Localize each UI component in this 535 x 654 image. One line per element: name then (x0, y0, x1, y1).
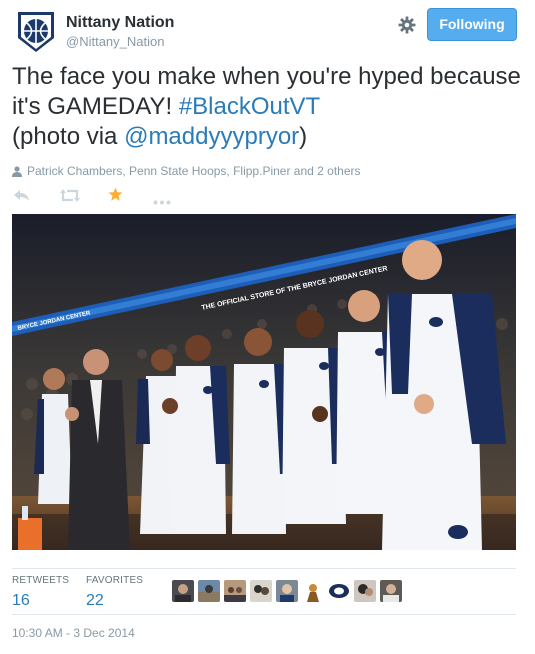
avatar[interactable] (380, 580, 402, 602)
reply-icon[interactable] (14, 189, 30, 207)
retweets-stat[interactable]: RETWEETS 16 (12, 575, 69, 610)
avatar[interactable] (224, 580, 246, 602)
favorites-label: FAVORITES (86, 575, 144, 586)
favorited-by-avatars (172, 580, 406, 602)
mention-link[interactable]: @maddyyypryor (124, 123, 299, 150)
user-handle[interactable]: @Nittany_Nation (66, 34, 164, 49)
team-bench-photo: THE OFFICIAL STORE OF THE BRYCE JORDAN C… (12, 214, 516, 550)
avatar[interactable] (302, 580, 324, 602)
retweeted-by-text[interactable]: Patrick Chambers, Penn State Hoops, Flip… (27, 164, 361, 178)
tweet-actions (12, 186, 212, 206)
tweet-text-part3: ) (299, 123, 308, 150)
star-icon[interactable] (108, 187, 123, 207)
retweet-icon[interactable] (60, 189, 80, 207)
hashtag-link[interactable]: #BlackOutVT (179, 93, 320, 120)
tweet-header: Nittany Nation @Nittany_Nation Following (12, 8, 523, 56)
stats-bottom-divider (12, 614, 516, 615)
favorites-count: 22 (86, 592, 104, 609)
avatar[interactable] (276, 580, 298, 602)
stats-top-divider (12, 568, 516, 569)
gear-icon[interactable] (398, 16, 416, 34)
more-icon[interactable] (153, 192, 171, 210)
tweet-text-part2: (photo via (12, 123, 125, 150)
retweets-count: 16 (12, 592, 30, 609)
tweet-text: The face you make when you're hyped beca… (12, 62, 522, 152)
penn-state-basketball-logo-icon (18, 12, 54, 52)
avatar[interactable] (198, 580, 220, 602)
penn-state-logo-icon[interactable] (328, 580, 350, 602)
favorites-stat[interactable]: FAVORITES 22 (86, 575, 143, 610)
avatar[interactable] (250, 580, 272, 602)
retweeted-by-context: Patrick Chambers, Penn State Hoops, Flip… (12, 164, 361, 178)
avatar[interactable] (172, 580, 194, 602)
avatar[interactable] (12, 8, 60, 56)
following-button[interactable]: Following (427, 8, 517, 41)
person-icon (12, 165, 22, 177)
tweet-photo[interactable]: THE OFFICIAL STORE OF THE BRYCE JORDAN C… (12, 214, 516, 550)
retweets-label: RETWEETS (12, 575, 70, 586)
tweet-timestamp[interactable]: 10:30 AM - 3 Dec 2014 (12, 626, 135, 640)
display-name[interactable]: Nittany Nation (66, 14, 174, 32)
avatar[interactable] (354, 580, 376, 602)
